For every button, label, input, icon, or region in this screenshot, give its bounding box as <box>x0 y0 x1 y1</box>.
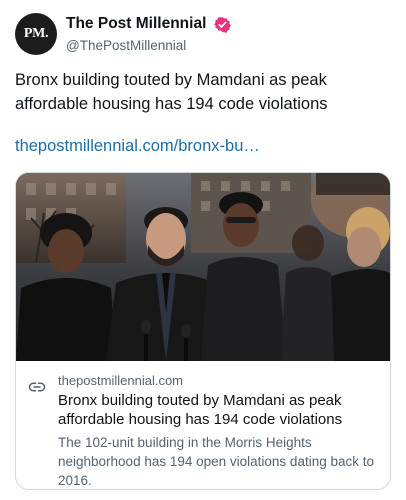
account-names: The Post Millennial @ThePostMillennial <box>66 14 231 55</box>
display-name[interactable]: The Post Millennial <box>66 14 206 34</box>
handle[interactable]: @ThePostMillennial <box>66 36 231 55</box>
card-title[interactable]: Bronx building touted by Mamdani as peak… <box>58 391 380 429</box>
tweet-link[interactable]: thepostmillennial.com/bronx-bu… <box>15 134 260 158</box>
verified-badge-icon <box>213 16 231 33</box>
card-body: thepostmillennial.com Bronx building tou… <box>16 362 390 489</box>
card-domain[interactable]: thepostmillennial.com <box>58 373 380 389</box>
tweet-header: PM. The Post Millennial @ThePostMillenni… <box>15 13 395 57</box>
avatar[interactable]: PM. <box>15 13 57 55</box>
tweet-text: Bronx building touted by Mamdani as peak… <box>15 71 328 113</box>
card-description: The 102-unit building in the Morris Heig… <box>58 435 374 488</box>
press-conference-photo[interactable] <box>16 173 390 361</box>
link-preview-card[interactable]: thepostmillennial.com Bronx building tou… <box>15 172 391 490</box>
